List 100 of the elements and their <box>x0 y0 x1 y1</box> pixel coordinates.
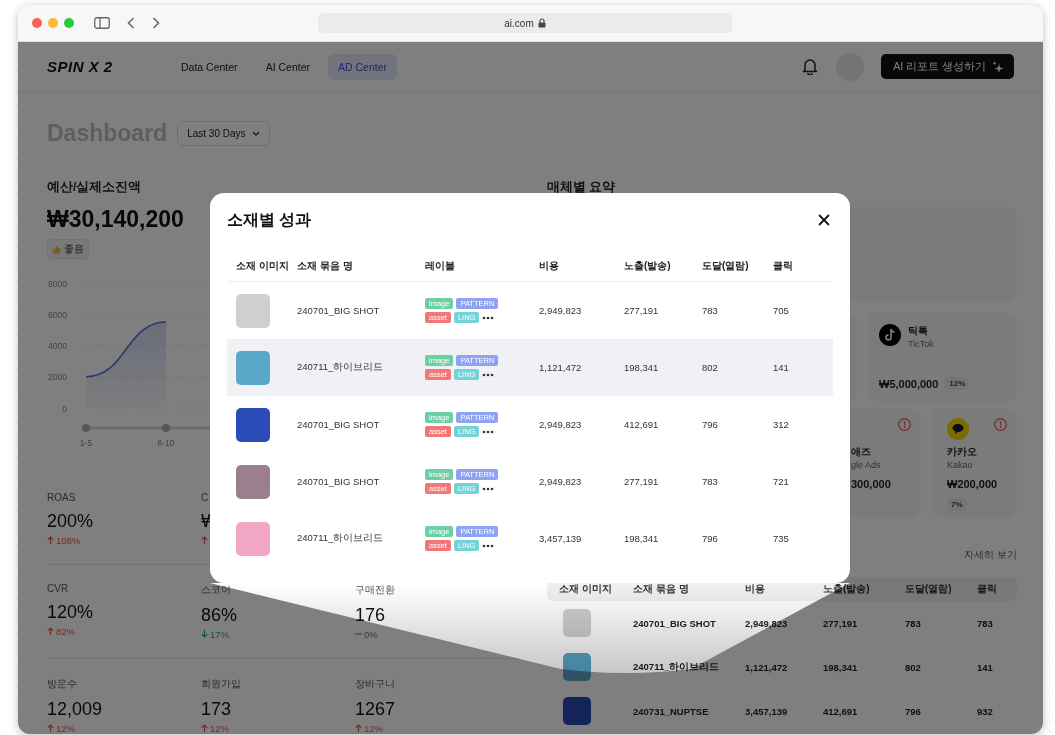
metric-change: 12% <box>210 722 229 734</box>
share-badge: 12% <box>945 377 970 390</box>
metric-value: 1267 <box>355 699 397 720</box>
thumbs-up-icon <box>52 244 61 254</box>
music-note-icon <box>879 324 901 346</box>
photo-placeholder <box>236 464 270 499</box>
channel-subtitle: TicTok <box>908 339 934 349</box>
channel-amount: ₩200,000 <box>947 478 999 490</box>
column-header: 노출(발송) <box>623 258 672 273</box>
arrow-up-icon <box>47 627 54 635</box>
metric-change: 17% <box>210 628 229 640</box>
x-axis-label: 6-10 <box>157 438 175 448</box>
metric-label: 장바구니 <box>355 677 396 691</box>
column-header: 클릭 <box>977 582 998 596</box>
table-cell-text: 240701_BIG SHOT <box>633 617 717 629</box>
metric-change: 0% <box>364 628 378 640</box>
nav-tab[interactable]: AI Center <box>255 53 320 80</box>
arrow-down-icon <box>201 630 208 638</box>
share-badge: 7% <box>947 498 967 511</box>
table-cell-text: 783 <box>701 305 719 316</box>
column-header: 클릭 <box>772 258 794 273</box>
table-cell-text: 240711_하이브리드 <box>296 532 385 545</box>
channel-card[interactable]: 카카오 Kakao ₩200,000 7% <box>931 408 1017 518</box>
generate-report-button[interactable]: AI 리포트 생성하기 <box>881 54 1014 79</box>
more-icon[interactable] <box>482 429 495 434</box>
budget-amount: ₩30,140,200 <box>47 206 184 233</box>
table-cell-text: 802 <box>701 362 719 373</box>
section-title: 매체별 요약 <box>547 179 617 194</box>
sparkle-icon <box>992 60 1004 73</box>
more-icon[interactable] <box>482 315 495 320</box>
column-header: 소재 이미지 <box>559 582 613 596</box>
table-cell-text: 412,691 <box>823 705 859 717</box>
more-icon[interactable] <box>482 372 495 377</box>
metric-value: 176 <box>355 605 387 626</box>
photo-placeholder <box>236 407 270 442</box>
column-header: 도달(열람) <box>701 258 750 273</box>
table-cell-text: 2,949,823 <box>538 305 583 316</box>
table-cell-text: 783 <box>905 617 922 629</box>
metric-value: 12,009 <box>47 699 104 720</box>
lock-icon <box>537 18 546 28</box>
metric-value: 173 <box>201 699 233 720</box>
table-cell-text: 240701_BIG SHOT <box>296 476 381 487</box>
table-cell-text: 796 <box>905 705 922 717</box>
table-cell-text: 1,121,472 <box>745 661 789 673</box>
metric-label: 구매전환 <box>355 583 396 597</box>
chevron-down-icon <box>251 130 260 136</box>
sidebar-icon[interactable] <box>94 17 110 29</box>
table-cell-text: 240711_하이브리드 <box>633 660 721 674</box>
table-cell-text: 2,949,823 <box>745 617 789 629</box>
table-cell-text: 277,191 <box>823 617 859 629</box>
channel-card[interactable]: 틱톡 TicTok ₩5,000,000 12% <box>867 312 1017 402</box>
close-window-button[interactable] <box>32 18 42 28</box>
more-icon[interactable] <box>482 543 495 548</box>
back-icon[interactable] <box>127 17 135 29</box>
column-header: 소재 묶음 명 <box>633 582 690 596</box>
arrow-up-icon <box>47 536 54 544</box>
table-cell-text: 2,949,823 <box>538 476 583 487</box>
address-bar[interactable]: ai.com <box>318 13 732 33</box>
section-title: 예산/실제소진액 <box>47 179 143 194</box>
metric-change: 108% <box>56 534 81 546</box>
nav-tab[interactable]: Data Center <box>171 53 248 80</box>
metric-label: CVR <box>47 583 70 594</box>
status-text: 좋음 <box>64 242 84 256</box>
modal-title: 소재별 성과 <box>227 209 312 230</box>
nav-tab[interactable]: AD Center <box>328 53 397 80</box>
forward-icon[interactable] <box>152 17 160 29</box>
table-cell-text: 240701_BIG SHOT <box>296 419 381 430</box>
view-details-link[interactable]: 자세히 보기 <box>964 548 1017 562</box>
logo-text[interactable]: SPIN X 2 <box>47 58 151 75</box>
metric-value: 200% <box>47 511 95 532</box>
table-cell-text: 932 <box>977 705 994 717</box>
table-cell-text: 783 <box>977 617 994 629</box>
metric-label: ROAS <box>47 492 77 503</box>
table-cell-text: 783 <box>701 476 719 487</box>
table-cell-text: 1,121,472 <box>538 362 583 373</box>
column-header: 비용 <box>745 582 766 596</box>
date-range-dropdown[interactable]: Last 30 Days <box>177 120 270 146</box>
channel-subtitle: Kakao <box>947 460 974 470</box>
channel-name: 애즈 <box>851 445 872 459</box>
close-icon[interactable] <box>818 214 830 226</box>
table-cell-text: 705 <box>772 305 790 316</box>
speech-bubble-icon <box>947 418 969 440</box>
metric-change: 12% <box>364 722 383 734</box>
table-cell-text: 3,457,139 <box>745 705 789 717</box>
metric-change: 82% <box>56 625 75 637</box>
column-header: 소재 이미지 <box>235 258 288 273</box>
table-cell-text: 412,691 <box>623 419 660 430</box>
arrow-up-icon <box>47 724 54 732</box>
metric-label: 회원가입 <box>201 677 242 691</box>
bell-icon[interactable] <box>802 58 819 75</box>
table-cell-text: 735 <box>772 533 790 544</box>
channel-name: 틱톡 <box>908 324 929 338</box>
table-cell-text: 312 <box>772 419 790 430</box>
table-cell-text: 277,191 <box>623 305 660 316</box>
more-icon[interactable] <box>482 486 495 491</box>
metric-label: 방문수 <box>47 677 78 691</box>
metric-label: C <box>201 492 210 503</box>
arrow-up-icon <box>201 724 208 732</box>
table-cell-text: 240711_하이브리드 <box>296 361 385 374</box>
arrow-up-icon <box>201 536 208 544</box>
